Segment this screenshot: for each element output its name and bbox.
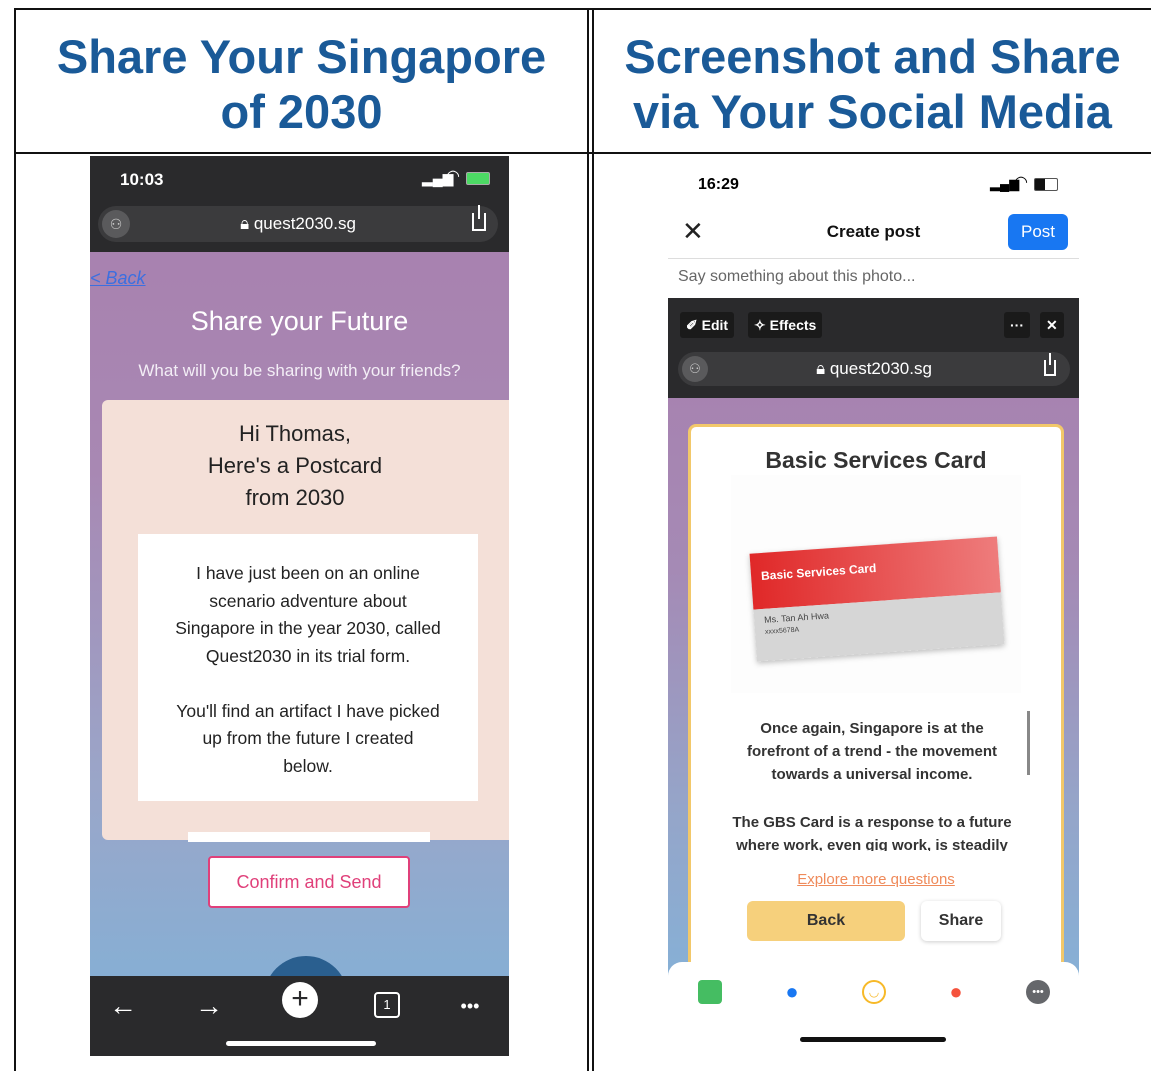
modal-back-button: Back xyxy=(747,901,905,941)
explore-more-link: Explore more questions xyxy=(797,871,955,888)
home-indicator xyxy=(800,1037,946,1042)
photo-icon[interactable] xyxy=(698,980,722,1004)
status-bar: 10:03 ▂▄▆ ◠ xyxy=(90,156,509,204)
artifact-preview-edge xyxy=(188,832,430,842)
header-right: Screenshot and Share via Your Social Med… xyxy=(624,30,1121,138)
feeling-icon[interactable]: ◡ xyxy=(862,980,886,1004)
share-icon xyxy=(1044,353,1056,376)
status-time: 10:03 xyxy=(120,170,164,189)
home-indicator xyxy=(226,1041,376,1046)
modal-share-button: Share xyxy=(921,901,1001,941)
back-arrow-icon[interactable]: ← xyxy=(108,988,138,1024)
page-subtitle: What will you be sharing with your frien… xyxy=(138,361,461,380)
url-pill: ⚇ 🔒︎ quest2030.sg xyxy=(678,352,1070,386)
post-options-tray: ● ◡ ● ••• xyxy=(668,962,1079,1056)
photo-top-bar: ✐ Edit ✧ Effects ··· ✕ ⚇ 🔒︎ quest2030.sg xyxy=(668,298,1079,398)
table-divider xyxy=(587,8,589,1071)
url-label: quest2030.sg xyxy=(253,214,356,233)
attached-photo: ✐ Edit ✧ Effects ··· ✕ ⚇ 🔒︎ quest2030.sg… xyxy=(668,298,1079,978)
page-title: Share your Future xyxy=(190,306,409,336)
more-menu-icon[interactable]: ••• xyxy=(452,988,488,1024)
confirm-send-button[interactable]: Confirm and Send xyxy=(208,856,410,908)
tag-people-icon[interactable]: ● xyxy=(780,980,804,1004)
share-icon[interactable] xyxy=(472,205,486,231)
edit-button[interactable]: ✐ Edit xyxy=(680,312,735,338)
magic-wand-icon: ✧ xyxy=(754,317,766,333)
edit-icon: ✐ xyxy=(686,317,698,333)
post-button[interactable]: Post xyxy=(1008,214,1068,250)
lock-icon: 🔒︎ xyxy=(240,214,250,233)
photo-more-button[interactable]: ··· xyxy=(1004,312,1030,338)
forward-arrow-icon[interactable]: → xyxy=(194,988,224,1024)
status-time: 16:29 xyxy=(698,176,739,193)
battery-icon xyxy=(1034,178,1058,191)
battery-icon xyxy=(466,172,490,185)
create-post-header: ✕ Create post Post xyxy=(668,208,1079,260)
new-tab-icon[interactable]: + xyxy=(282,982,318,1018)
header-divider xyxy=(668,258,1079,259)
wifi-icon: ◠ xyxy=(1014,174,1028,191)
table-divider-2 xyxy=(592,8,594,1071)
artifact-description-2: The GBS Card is a response to a future w… xyxy=(732,814,1012,851)
left-phone-screenshot: 10:03 ▂▄▆ ◠ ⚇ 🔒︎ quest2030.sg < Back Sha… xyxy=(90,156,509,1056)
header-left: Share Your Singapore of 2030 xyxy=(56,30,547,138)
url-pill[interactable]: ⚇ 🔒︎ quest2030.sg xyxy=(98,205,498,242)
postcard-message-box: I have just been on an online scenario a… xyxy=(138,534,478,801)
more-options-icon[interactable]: ••• xyxy=(1026,980,1050,1004)
modal-title: Basic Services Card xyxy=(765,447,987,473)
browser-address-bar: ⚇ 🔒︎ quest2030.sg xyxy=(90,204,509,252)
artifact-card-modal: Basic Services Card Basic Services Card … xyxy=(688,424,1064,978)
artifact-description: Once again, Singapore is at the forefron… xyxy=(746,720,997,783)
lock-icon: 🔒︎ xyxy=(816,359,826,378)
table-border-left xyxy=(14,8,16,1071)
url-text: 🔒︎ quest2030.sg xyxy=(678,352,1070,386)
basic-services-card: Basic Services Card Ms. Tan Ah Hwa xxxx5… xyxy=(749,536,1005,662)
effects-button[interactable]: ✧ Effects xyxy=(748,312,823,338)
postcard-message: I have just been on an online scenario a… xyxy=(175,563,441,776)
right-phone-screenshot: 16:29 ▂▄▆ ◠ ✕ Create post Post Say somet… xyxy=(668,156,1079,1056)
scrollbar xyxy=(1027,711,1030,775)
edit-label: Edit xyxy=(701,317,729,333)
url-text: 🔒︎ quest2030.sg xyxy=(98,206,498,242)
back-link[interactable]: < Back xyxy=(90,268,146,289)
url-label: quest2030.sg xyxy=(829,359,932,378)
remove-photo-button[interactable]: ✕ xyxy=(1040,312,1064,338)
tabs-count: 1 xyxy=(383,997,391,1012)
caption-input[interactable]: Say something about this photo... xyxy=(678,268,915,286)
location-icon[interactable]: ● xyxy=(944,980,968,1004)
postcard-greeting: Hi Thomas, Here's a Postcard from 2030 xyxy=(207,421,383,510)
table-border-top xyxy=(14,8,1151,10)
browser-toolbar: ← → + 1 ••• xyxy=(90,976,509,1056)
effects-label: Effects xyxy=(769,317,817,333)
tabs-count-icon[interactable]: 1 xyxy=(374,992,400,1018)
wifi-icon: ◠ xyxy=(446,168,460,185)
status-bar: 16:29 ▂▄▆ ◠ xyxy=(668,156,1079,208)
artifact-image: Basic Services Card Ms. Tan Ah Hwa xxxx5… xyxy=(731,475,1021,693)
